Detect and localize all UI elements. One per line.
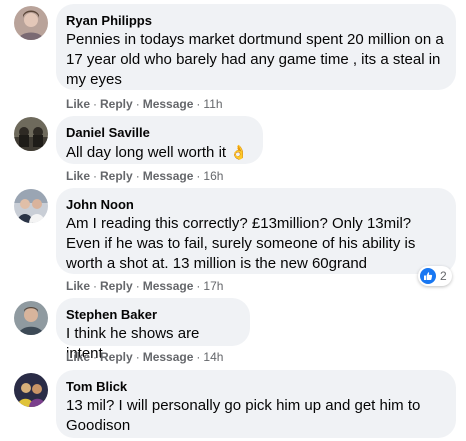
comment-bubble: Ryan Philipps Pennies in todays market d…: [56, 4, 456, 90]
separator-dot: ·: [196, 169, 201, 183]
timestamp[interactable]: 16h: [203, 169, 223, 183]
timestamp[interactable]: 11h: [203, 97, 222, 111]
reply-link[interactable]: Reply: [100, 350, 133, 364]
avatar[interactable]: [14, 117, 48, 151]
reaction-summary[interactable]: 2: [418, 266, 452, 286]
comment-actions: Like · Reply · Message · 16h: [66, 169, 223, 183]
comment-text-body: All day long well worth it: [66, 144, 227, 161]
message-link[interactable]: Message: [143, 350, 194, 364]
commenter-name[interactable]: John Noon: [66, 196, 444, 213]
commenter-name[interactable]: Ryan Philipps: [66, 12, 444, 29]
separator-dot: ·: [93, 97, 98, 111]
avatar-photo-icon: [14, 189, 48, 223]
separator-dot: ·: [135, 279, 140, 293]
separator-dot: ·: [135, 169, 140, 183]
commenter-name[interactable]: Stephen Baker: [66, 306, 238, 323]
separator-dot: ·: [93, 169, 98, 183]
avatar-photo-icon: [14, 301, 48, 335]
timestamp[interactable]: 17h: [203, 279, 223, 293]
separator-dot: ·: [135, 97, 140, 111]
avatar[interactable]: [14, 6, 48, 40]
separator-dot: ·: [135, 350, 140, 364]
comment-bubble: Daniel Saville All day long well worth i…: [56, 116, 263, 164]
ok-hand-emoji: 👌: [230, 144, 248, 160]
separator-dot: ·: [196, 97, 201, 111]
avatar-photo-icon: [14, 373, 48, 407]
reply-link[interactable]: Reply: [100, 169, 133, 183]
comment-text: 13 mil? I will personally go pick him up…: [66, 397, 421, 434]
avatar-photo-icon: [14, 6, 48, 40]
commenter-name[interactable]: Daniel Saville: [66, 124, 251, 141]
separator-dot: ·: [93, 350, 98, 364]
comment-bubble: Stephen Baker I think he shows are inten…: [56, 298, 250, 362]
avatar[interactable]: [14, 373, 48, 407]
comment-text: All day long well worth it 👌: [66, 142, 251, 163]
message-link[interactable]: Message: [143, 97, 194, 111]
separator-dot: ·: [93, 279, 98, 293]
comment-text: Am I reading this correctly? £13million?…: [66, 215, 416, 272]
comment-bubble: John Noon Am I reading this correctly? £…: [56, 188, 456, 274]
reply-link[interactable]: Reply: [100, 97, 133, 111]
timestamp[interactable]: 14h: [203, 350, 223, 364]
message-link[interactable]: Message: [143, 279, 194, 293]
message-link[interactable]: Message: [143, 169, 194, 183]
comment-text: Pennies in todays market dortmund spent …: [66, 31, 444, 88]
like-link[interactable]: Like: [66, 169, 90, 183]
avatar[interactable]: [14, 189, 48, 223]
reply-link[interactable]: Reply: [100, 279, 133, 293]
separator-dot: ·: [196, 279, 201, 293]
comment-actions: Like · Reply · Message · 14h: [66, 350, 223, 364]
like-link[interactable]: Like: [66, 350, 90, 364]
comment-bubble: Tom Blick 13 mil? I will personally go p…: [56, 370, 456, 438]
like-link[interactable]: Like: [66, 279, 90, 293]
like-link[interactable]: Like: [66, 97, 90, 111]
avatar[interactable]: [14, 301, 48, 335]
comment-actions: Like · Reply · Message · 17h: [66, 279, 223, 293]
comment-actions: Like · Reply · Message · 11h: [66, 97, 223, 111]
commenter-name[interactable]: Tom Blick: [66, 378, 444, 395]
separator-dot: ·: [196, 350, 201, 364]
thumbs-up-icon: [420, 268, 436, 284]
reaction-count: 2: [440, 269, 447, 283]
avatar-photo-icon: [14, 117, 48, 151]
